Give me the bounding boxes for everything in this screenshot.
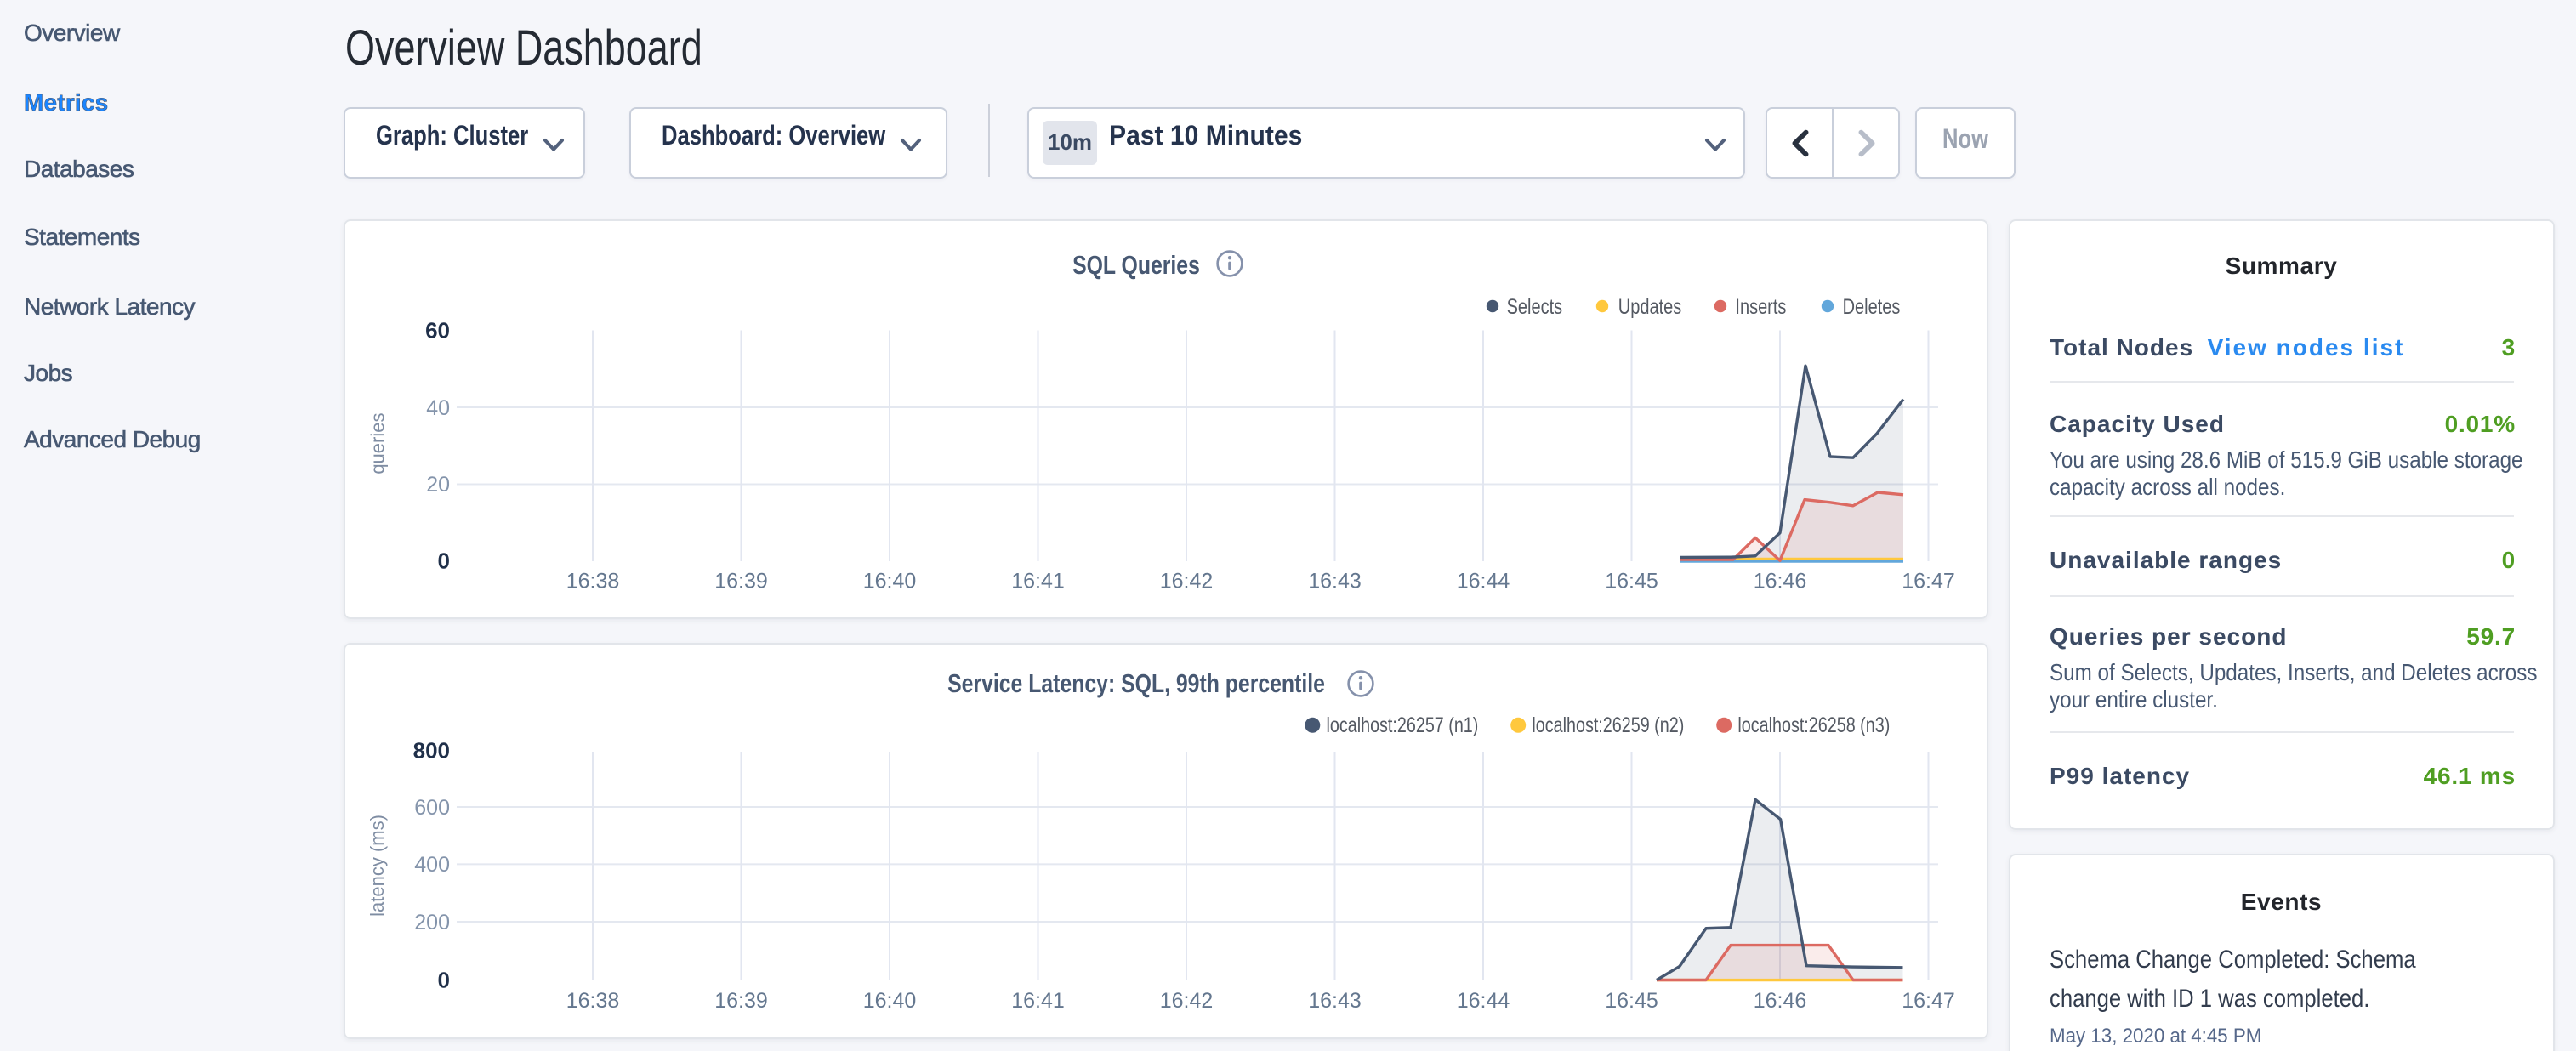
svg-text:Inserts: Inserts xyxy=(1734,295,1785,319)
svg-text:16:44: 16:44 xyxy=(1456,989,1510,1013)
svg-text:16:46: 16:46 xyxy=(1753,570,1806,594)
svg-text:localhost:26259 (n2): localhost:26259 (n2) xyxy=(1531,713,1683,737)
svg-text:600: 600 xyxy=(413,796,449,820)
svg-text:16:45: 16:45 xyxy=(1604,570,1658,594)
svg-text:16:44: 16:44 xyxy=(1456,570,1510,594)
svg-text:16:41: 16:41 xyxy=(1010,570,1064,594)
svg-text:800: 800 xyxy=(412,738,449,764)
svg-text:16:38: 16:38 xyxy=(566,570,619,594)
svg-text:16:47: 16:47 xyxy=(1901,570,1954,594)
svg-text:16:41: 16:41 xyxy=(1010,989,1064,1013)
svg-text:16:43: 16:43 xyxy=(1307,570,1361,594)
svg-text:Updates: Updates xyxy=(1618,295,1680,319)
svg-text:20: 20 xyxy=(425,473,449,497)
svg-text:localhost:26257 (n1): localhost:26257 (n1) xyxy=(1326,713,1478,737)
svg-text:Selects: Selects xyxy=(1506,295,1562,319)
svg-text:16:40: 16:40 xyxy=(862,989,916,1013)
svg-text:16:43: 16:43 xyxy=(1307,989,1361,1013)
svg-text:0: 0 xyxy=(437,548,449,574)
svg-text:16:42: 16:42 xyxy=(1159,570,1213,594)
svg-text:0: 0 xyxy=(437,967,449,992)
svg-text:16:39: 16:39 xyxy=(714,570,767,594)
svg-text:latency (ms): latency (ms) xyxy=(366,815,387,917)
svg-text:Deletes: Deletes xyxy=(1842,295,1900,319)
svg-text:16:42: 16:42 xyxy=(1159,989,1213,1013)
svg-text:40: 40 xyxy=(425,396,449,420)
svg-text:16:47: 16:47 xyxy=(1901,989,1954,1013)
svg-text:16:38: 16:38 xyxy=(566,989,619,1013)
svg-text:16:45: 16:45 xyxy=(1604,989,1658,1013)
svg-text:16:46: 16:46 xyxy=(1753,989,1806,1013)
svg-text:200: 200 xyxy=(413,911,449,935)
svg-text:16:40: 16:40 xyxy=(862,570,916,594)
svg-text:queries: queries xyxy=(367,413,388,474)
svg-text:localhost:26258 (n3): localhost:26258 (n3) xyxy=(1737,713,1889,737)
svg-text:400: 400 xyxy=(413,853,449,877)
svg-text:16:39: 16:39 xyxy=(714,989,767,1013)
svg-text:60: 60 xyxy=(424,318,449,344)
